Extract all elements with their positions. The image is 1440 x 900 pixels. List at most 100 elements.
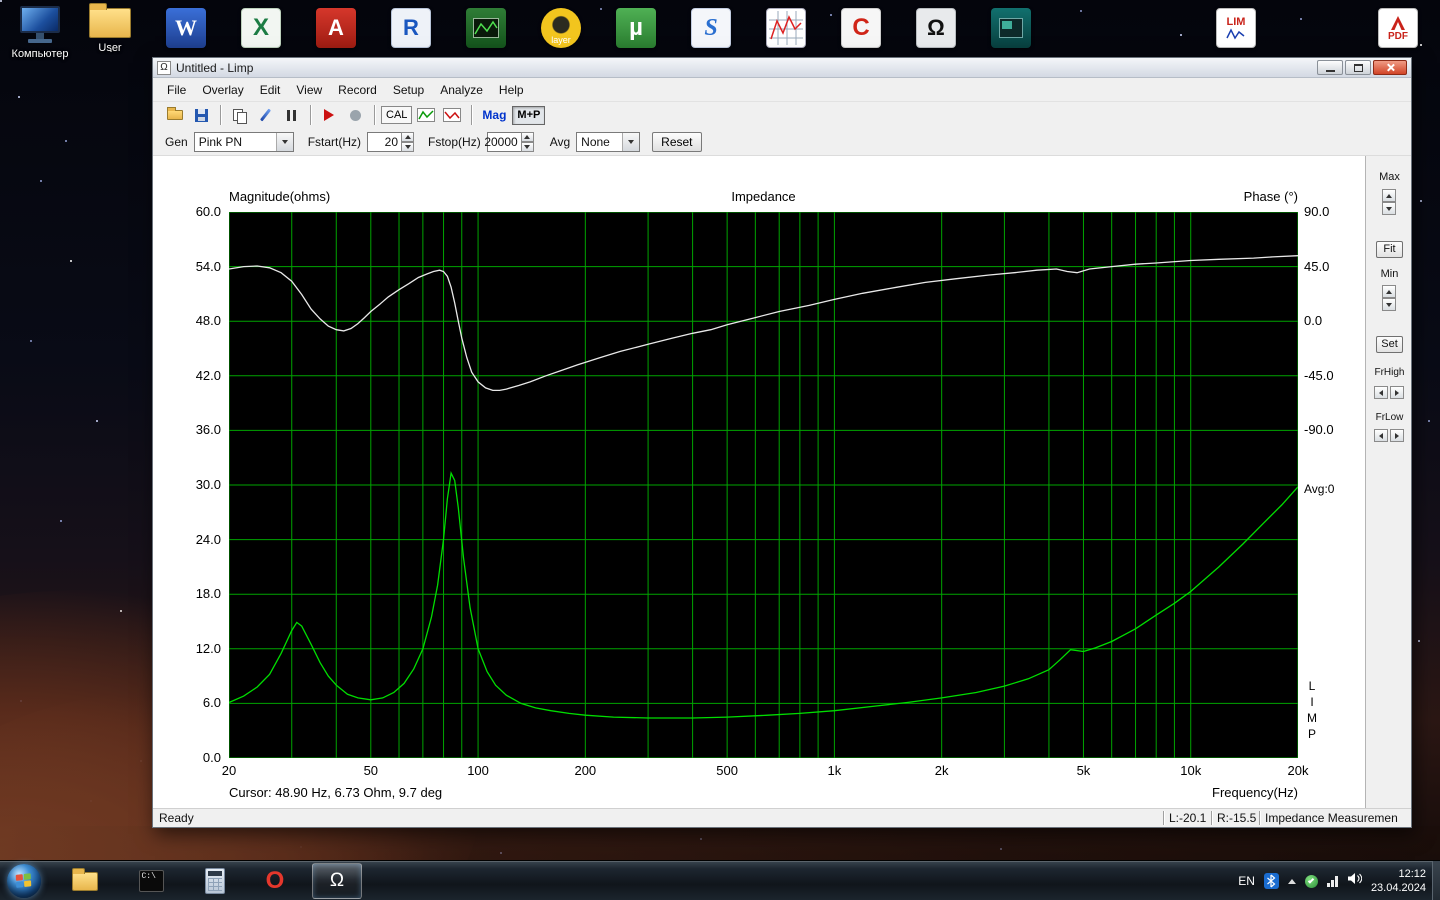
desktop-icon-user[interactable]: User bbox=[78, 4, 142, 54]
menu-setup[interactable]: Setup bbox=[385, 80, 432, 100]
reset-button[interactable]: Reset bbox=[652, 132, 701, 152]
desktop-icon-audio-chart[interactable] bbox=[466, 8, 506, 48]
spin-up-icon[interactable] bbox=[521, 132, 534, 142]
frlow-arrows[interactable] bbox=[1374, 429, 1404, 442]
desktop-icon-word[interactable]: W bbox=[166, 8, 206, 48]
fstop-input[interactable]: 20000 bbox=[487, 132, 534, 152]
dropdown-arrow-icon[interactable] bbox=[276, 133, 293, 151]
start-record-button[interactable] bbox=[317, 104, 341, 126]
save-button[interactable] bbox=[189, 104, 213, 126]
desktop-icon-player[interactable]: layer bbox=[541, 8, 581, 48]
calibrate-button[interactable]: CAL bbox=[381, 106, 412, 124]
desktop-icon-teal-app[interactable] bbox=[991, 8, 1031, 48]
menu-file[interactable]: File bbox=[159, 80, 194, 100]
menu-bar: File Overlay Edit View Record Setup Anal… bbox=[153, 79, 1411, 102]
utorrent-icon: µ bbox=[629, 14, 643, 42]
fstop-spinner[interactable] bbox=[521, 132, 534, 152]
x-axis-title: Frequency(Hz) bbox=[229, 785, 1298, 800]
min-spinner[interactable] bbox=[1382, 285, 1396, 311]
copy-button[interactable] bbox=[227, 104, 251, 126]
tray-expand-icon[interactable] bbox=[1288, 879, 1296, 884]
pause-button[interactable] bbox=[279, 104, 303, 126]
maximize-button[interactable] bbox=[1345, 60, 1371, 75]
impedance-plot[interactable] bbox=[229, 212, 1298, 758]
fstart-spinner[interactable] bbox=[401, 132, 414, 152]
red-spectrum-button[interactable] bbox=[440, 104, 464, 126]
fstart-value[interactable]: 20 bbox=[367, 132, 401, 152]
opera-icon: O bbox=[266, 868, 285, 894]
pen-button[interactable] bbox=[253, 104, 277, 126]
spin-down-icon[interactable] bbox=[1382, 202, 1396, 215]
averaging-select[interactable]: None bbox=[576, 132, 640, 152]
open-button[interactable] bbox=[163, 104, 187, 126]
y-left-tick-label: 42.0 bbox=[169, 368, 221, 383]
tray-clock[interactable]: 12:12 23.04.2024 bbox=[1371, 867, 1426, 895]
set-button[interactable]: Set bbox=[1376, 336, 1403, 353]
limp-letter: M bbox=[1305, 710, 1319, 726]
arrow-right-icon[interactable] bbox=[1390, 386, 1404, 399]
fit-button[interactable]: Fit bbox=[1376, 241, 1403, 258]
desktop-icon-arta[interactable]: Ω bbox=[916, 8, 956, 48]
taskbar-explorer-button[interactable] bbox=[68, 866, 102, 896]
desktop-icon-spectra[interactable] bbox=[766, 8, 806, 48]
x-tick-label: 20 bbox=[204, 763, 254, 778]
pen-icon bbox=[260, 109, 271, 122]
arrow-left-icon[interactable] bbox=[1374, 429, 1388, 442]
desktop-icon-pdf[interactable]: PDF bbox=[1378, 8, 1418, 48]
y-left-tick-label: 60.0 bbox=[169, 204, 221, 219]
fstop-value[interactable]: 20000 bbox=[487, 132, 521, 152]
spin-up-icon[interactable] bbox=[1382, 189, 1396, 202]
arrow-left-icon[interactable] bbox=[1374, 386, 1388, 399]
fstart-input[interactable]: 20 bbox=[367, 132, 414, 152]
title-bar[interactable]: Ω Untitled - Limp bbox=[153, 58, 1411, 78]
spin-down-icon[interactable] bbox=[521, 142, 534, 152]
desktop-icon-computer[interactable]: Компьютер bbox=[8, 6, 72, 60]
magnitude-phase-toggle-button[interactable]: M+P bbox=[512, 106, 545, 125]
menu-analyze[interactable]: Analyze bbox=[432, 80, 491, 100]
spin-down-icon[interactable] bbox=[1382, 298, 1396, 311]
close-button[interactable] bbox=[1373, 60, 1407, 75]
desktop-icon-sibelius[interactable]: S bbox=[691, 8, 731, 48]
system-tray: EN 12:12 23.04.2024 bbox=[1238, 861, 1426, 900]
antivirus-tray-icon[interactable] bbox=[1305, 875, 1318, 888]
spin-up-icon[interactable] bbox=[1382, 285, 1396, 298]
x-tick-label: 200 bbox=[560, 763, 610, 778]
menu-view[interactable]: View bbox=[288, 80, 330, 100]
green-spectrum-button[interactable] bbox=[414, 104, 438, 126]
desktop-icon-acrobat[interactable]: A bbox=[316, 8, 356, 48]
desktop-icon-r-app[interactable]: R bbox=[391, 8, 431, 48]
max-spinner[interactable] bbox=[1382, 189, 1396, 215]
menu-overlay[interactable]: Overlay bbox=[194, 80, 251, 100]
user-folder-icon bbox=[89, 8, 131, 38]
volume-icon[interactable] bbox=[1347, 872, 1362, 890]
start-button[interactable] bbox=[7, 864, 41, 898]
desktop-icon-utorrent[interactable]: µ bbox=[616, 8, 656, 48]
y-right-axis-title: Phase (°) bbox=[229, 189, 1298, 204]
arrow-right-icon[interactable] bbox=[1390, 429, 1404, 442]
taskbar-limp-button[interactable]: Ω bbox=[312, 863, 362, 899]
pdf-a-icon bbox=[1389, 15, 1407, 31]
bluetooth-icon[interactable] bbox=[1264, 873, 1279, 889]
magnitude-toggle-button[interactable]: Mag bbox=[478, 104, 510, 126]
desktop-icon-lim[interactable]: LIM bbox=[1216, 8, 1256, 48]
language-indicator[interactable]: EN bbox=[1238, 874, 1255, 888]
menu-help[interactable]: Help bbox=[491, 80, 532, 100]
frhigh-arrows[interactable] bbox=[1374, 386, 1404, 399]
spin-up-icon[interactable] bbox=[401, 132, 414, 142]
taskbar-opera-button[interactable]: O bbox=[258, 866, 292, 896]
averaging-value: None bbox=[577, 133, 622, 151]
taskbar-calculator-button[interactable] bbox=[198, 866, 232, 896]
calculator-icon bbox=[205, 868, 225, 894]
generator-select[interactable]: Pink PN bbox=[194, 132, 294, 152]
desktop-icon-excel[interactable]: X bbox=[241, 8, 281, 48]
desktop-icon-converter[interactable]: C bbox=[841, 8, 881, 48]
menu-edit[interactable]: Edit bbox=[252, 80, 289, 100]
minimize-button[interactable] bbox=[1317, 60, 1343, 75]
spin-down-icon[interactable] bbox=[401, 142, 414, 152]
menu-record[interactable]: Record bbox=[330, 80, 385, 100]
dropdown-arrow-icon[interactable] bbox=[622, 133, 639, 151]
network-signal-icon[interactable] bbox=[1327, 876, 1338, 887]
taskbar-cmd-button[interactable]: C:\ bbox=[134, 866, 168, 896]
stop-button[interactable] bbox=[343, 104, 367, 126]
show-desktop-button[interactable] bbox=[1432, 861, 1440, 900]
